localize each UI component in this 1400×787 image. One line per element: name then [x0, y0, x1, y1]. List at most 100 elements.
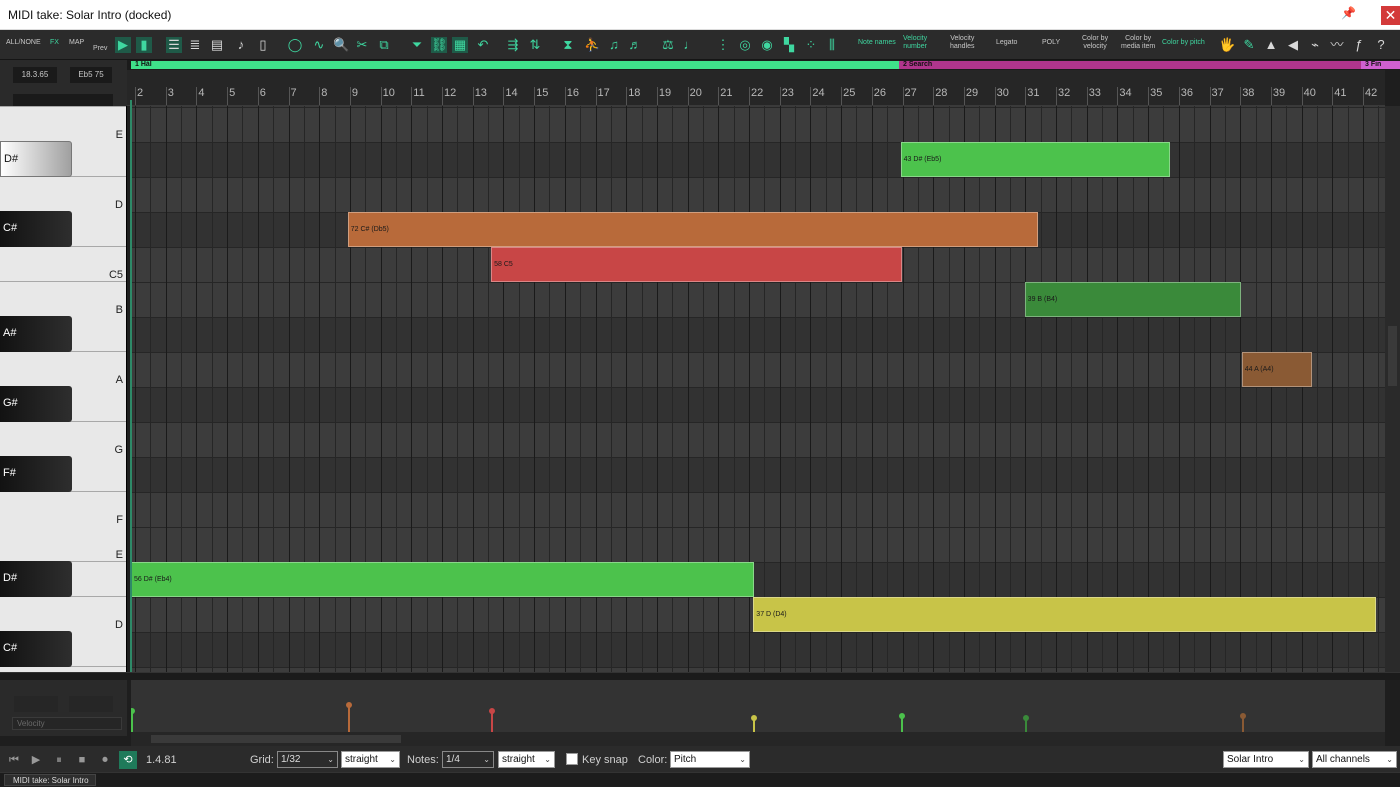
midi-note[interactable]: 39 B (B4)	[1024, 282, 1241, 317]
velocity-stem[interactable]	[491, 711, 494, 732]
step-input-icon[interactable]: ⧗	[560, 37, 576, 53]
grid-mode-select[interactable]: straight ⌄	[341, 751, 400, 768]
midi-input-icon[interactable]: ♬	[627, 37, 643, 53]
skip-back-icon[interactable]: ⏮	[5, 751, 23, 769]
region-search[interactable]: 2 Search	[899, 61, 1361, 69]
vertical-scroll-thumb[interactable]	[1388, 326, 1397, 386]
notation-icon[interactable]: ♪	[233, 37, 249, 53]
velocity-handle[interactable]	[489, 708, 496, 714]
velocity-handles-toggle[interactable]: Velocity handles	[950, 35, 975, 51]
note-grid[interactable]: 43 D# (Eb5) 72 C# (Db5) 58 C5 39 B (B4) 44 A…	[131, 106, 1385, 672]
midi-note[interactable]: 37 D (D4)	[753, 597, 1376, 632]
poly-toggle[interactable]: POLY	[1042, 39, 1060, 46]
eraser-icon[interactable]: 🖐	[1219, 37, 1235, 53]
region-fin[interactable]: 3 Fin	[1361, 61, 1400, 69]
black-key[interactable]: C#	[0, 631, 72, 667]
midi-note[interactable]: 44 A (A4)	[1241, 352, 1312, 387]
zoom-icon[interactable]: 🔍	[333, 37, 349, 53]
dots-icon[interactable]: ⁘	[803, 37, 819, 53]
velocity-handle[interactable]	[898, 713, 905, 719]
piano-keyboard[interactable]: EDC5BAGFEDC4D#C#A#G#F#D#C#	[0, 106, 127, 676]
midi-note[interactable]: 58 C5	[491, 247, 902, 282]
humanize-icon[interactable]: ⇅	[527, 37, 543, 53]
black-key[interactable]: A#	[0, 316, 72, 352]
all-none-button[interactable]: ALL/NONE	[6, 39, 41, 46]
velocity-handle[interactable]	[131, 708, 136, 714]
stop-icon[interactable]: ■	[73, 751, 91, 769]
color-by-pitch-toggle[interactable]: Color by pitch	[1162, 39, 1205, 46]
bars-icon[interactable]: ▮	[136, 37, 152, 53]
play-icon[interactable]: ▶	[115, 37, 131, 53]
velocity-number-toggle[interactable]: Velocity number	[903, 35, 927, 51]
color-select[interactable]: Pitch ⌄	[670, 751, 750, 768]
playhead[interactable]	[130, 100, 132, 676]
cursor-icon[interactable]: ⌁	[1307, 37, 1323, 53]
pause-icon[interactable]: ⏸	[50, 751, 68, 769]
velocity-handle[interactable]	[1239, 713, 1246, 719]
grid-select[interactable]: 1/32 ⌄	[277, 751, 338, 768]
black-key[interactable]: D#	[0, 561, 72, 597]
notes-mode-select[interactable]: straight ⌄	[498, 751, 555, 768]
map-button[interactable]: MAP	[69, 39, 84, 46]
arrow-left-icon[interactable]: ◀	[1285, 37, 1301, 53]
play-icon[interactable]: ▶	[27, 751, 45, 769]
horizontal-scroll-thumb[interactable]	[151, 735, 401, 743]
channel-select[interactable]: All channels ⌄	[1312, 751, 1397, 768]
track-view-icon[interactable]: ▤	[209, 37, 225, 53]
black-key[interactable]: C#	[0, 211, 72, 247]
prev-button[interactable]: Prev	[93, 45, 107, 52]
velocity-handle[interactable]	[345, 702, 352, 708]
take-select[interactable]: Solar Intro ⌄	[1223, 751, 1309, 768]
velocity-stem[interactable]	[347, 705, 350, 732]
velocity-handle[interactable]	[751, 715, 758, 721]
function-icon[interactable]: ƒ	[1351, 37, 1367, 53]
event-list-icon[interactable]: ≣	[187, 37, 203, 53]
color-by-velocity-toggle[interactable]: Color by velocity	[1082, 35, 1108, 51]
panel-icon[interactable]: ▯	[255, 37, 271, 53]
help-icon[interactable]: ?	[1373, 37, 1389, 53]
undo-icon[interactable]: ↶	[475, 37, 491, 53]
wave-icon[interactable]: 〰	[1329, 37, 1345, 53]
region-hal[interactable]: 1 Hål	[131, 61, 899, 69]
midi-note[interactable]: 43 D# (Eb5)	[900, 142, 1171, 177]
pencil-icon[interactable]: ✎	[1241, 37, 1257, 53]
link-icon[interactable]: ⛓	[431, 37, 448, 53]
scale-icon[interactable]: ⚖	[660, 37, 676, 53]
midi-take-tab[interactable]: MIDI take: Solar Intro	[4, 774, 96, 786]
legato-toggle[interactable]: Legato	[996, 39, 1017, 46]
record-icon[interactable]: ⏺	[96, 751, 114, 769]
velocity-lane[interactable]	[131, 680, 1385, 732]
fx-button[interactable]: FX	[50, 39, 59, 46]
loop-icon[interactable]: ⟲	[119, 751, 137, 769]
ccs-icon[interactable]: ⋮	[715, 37, 731, 53]
filter-icon[interactable]: ⏷	[409, 37, 425, 53]
list-view-icon[interactable]: ☰	[166, 37, 182, 53]
mixer-icon[interactable]: ⫼	[824, 37, 840, 53]
black-key[interactable]: D#	[0, 141, 72, 177]
vertical-scrollbar[interactable]	[1385, 106, 1400, 676]
midi-note[interactable]: 56 D# (Eb4)	[131, 562, 755, 597]
waveform-icon[interactable]: ∿	[311, 37, 327, 53]
black-key[interactable]: F#	[0, 456, 72, 492]
pin-icon[interactable]: 📌	[1341, 6, 1356, 20]
black-key[interactable]: G#	[0, 386, 72, 422]
triangle-icon[interactable]: ▲	[1263, 37, 1279, 53]
quantize-icon[interactable]: ⇶	[505, 37, 521, 53]
circle-icon[interactable]: ◎	[737, 37, 753, 53]
notes-select[interactable]: 1/4 ⌄	[442, 751, 494, 768]
note-names-toggle[interactable]: Note names	[858, 39, 896, 46]
key-snap-checkbox[interactable]	[566, 753, 578, 765]
midi-note[interactable]: 72 C# (Db5)	[347, 212, 1039, 247]
velocity-stem[interactable]	[131, 711, 133, 732]
chord-icon[interactable]: ♩	[682, 37, 698, 53]
cc-lane-icon[interactable]: ▚	[781, 37, 797, 53]
velocity-lane-select[interactable]: Velocity	[12, 717, 122, 730]
timeline-ruler[interactable]: 2 3 4 5 6 7 8 9 10 11 12 13 14 15 16 17 18 19 20 21 22 23 24 25…	[127, 70, 1385, 106]
horizontal-scrollbar[interactable]	[131, 732, 1385, 746]
velocity-handle[interactable]	[1022, 715, 1029, 721]
grid-icon[interactable]: ▦	[452, 37, 468, 53]
glue-icon[interactable]: ⧉	[376, 37, 392, 53]
scissors-icon[interactable]: ✂	[354, 37, 370, 53]
runner-icon[interactable]: ⛹	[584, 37, 600, 53]
close-button[interactable]: ✕	[1381, 6, 1400, 25]
